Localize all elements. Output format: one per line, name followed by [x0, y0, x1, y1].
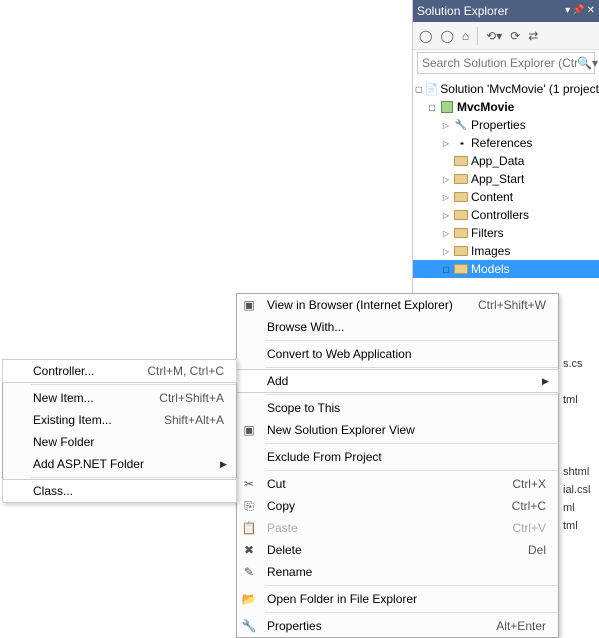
- menu-rename[interactable]: ✎Rename: [237, 561, 558, 583]
- search-dropdown-icon[interactable]: ▾: [592, 56, 598, 70]
- menu-add[interactable]: Add▶: [237, 370, 558, 392]
- submenu-new-folder[interactable]: New Folder: [3, 431, 236, 453]
- cut-icon: ✂: [237, 477, 261, 491]
- obscured-tree-fragment: s.cstmlshtmlial.cslmltml: [559, 358, 599, 556]
- menu-copy[interactable]: ⎘CopyCtrl+C: [237, 495, 558, 517]
- copy-icon: ⎘: [237, 499, 261, 514]
- context-menu: ▣View in Browser (Internet Explorer)Ctrl…: [236, 293, 559, 638]
- menu-scope[interactable]: Scope to This: [237, 397, 558, 419]
- separator: [265, 443, 558, 444]
- properties-node[interactable]: Properties: [413, 116, 599, 134]
- wrench-icon: [453, 118, 469, 132]
- add-submenu: Controller...Ctrl+M, Ctrl+C New Item...C…: [2, 359, 237, 503]
- separator: [265, 612, 558, 613]
- delete-icon: ✖: [237, 543, 261, 557]
- menu-new-view[interactable]: ▣New Solution Explorer View: [237, 419, 558, 441]
- rename-icon: ✎: [237, 565, 261, 579]
- references-node[interactable]: References: [413, 134, 599, 152]
- folder-node[interactable]: Controllers: [413, 206, 599, 224]
- solution-node[interactable]: Solution 'MvcMovie' (1 project): [413, 80, 599, 98]
- folder-node[interactable]: Content: [413, 188, 599, 206]
- references-icon: [453, 136, 469, 150]
- menu-open-folder[interactable]: 📂Open Folder in File Explorer: [237, 588, 558, 610]
- menu-paste: 📋PasteCtrl+V: [237, 517, 558, 539]
- folder-icon: [453, 190, 469, 204]
- folder-node[interactable]: App_Start: [413, 170, 599, 188]
- separator: [477, 27, 478, 45]
- project-node[interactable]: MvcMovie: [413, 98, 599, 116]
- home-icon[interactable]: ⌂: [462, 29, 469, 43]
- submenu-arrow-icon: ▶: [220, 459, 232, 470]
- sync-icon[interactable]: ⟲▾: [486, 29, 502, 43]
- solution-icon: [425, 82, 439, 96]
- close-icon[interactable]: ✕: [587, 0, 595, 22]
- menu-properties[interactable]: 🔧PropertiesAlt+Enter: [237, 615, 558, 637]
- separator: [265, 394, 558, 395]
- panel-titlebar: Solution Explorer ▾ 📌 ✕: [413, 0, 599, 22]
- submenu-arrow-icon: ▶: [542, 376, 554, 387]
- menu-convert[interactable]: Convert to Web Application: [237, 343, 558, 365]
- menu-browse-with[interactable]: Browse With...: [237, 316, 558, 338]
- wrench-icon: 🔧: [237, 619, 261, 633]
- menu-view-in-browser[interactable]: ▣View in Browser (Internet Explorer)Ctrl…: [237, 294, 558, 316]
- refresh-icon[interactable]: ⟳: [510, 29, 520, 43]
- open-folder-icon: 📂: [237, 592, 261, 606]
- window-icon: ▣: [237, 423, 261, 437]
- pin-icon[interactable]: 📌: [572, 0, 584, 22]
- back-icon[interactable]: ◯: [419, 29, 432, 43]
- submenu-aspnet-folder[interactable]: Add ASP.NET Folder▶: [3, 453, 236, 475]
- folder-icon: [453, 172, 469, 186]
- folder-icon: [453, 208, 469, 222]
- separator: [265, 340, 558, 341]
- folder-icon: [453, 262, 469, 276]
- submenu-class[interactable]: Class...: [3, 480, 236, 502]
- folder-node[interactable]: Filters: [413, 224, 599, 242]
- forward-icon[interactable]: ◯: [440, 29, 453, 43]
- folder-icon: [453, 154, 469, 168]
- folder-node[interactable]: Images: [413, 242, 599, 260]
- menu-cut[interactable]: ✂CutCtrl+X: [237, 473, 558, 495]
- panel-toolbar: ◯ ◯ ⌂ ⟲▾ ⟳ ⇄: [413, 22, 599, 50]
- menu-delete[interactable]: ✖DeleteDel: [237, 539, 558, 561]
- separator: [265, 585, 558, 586]
- project-icon: [439, 100, 455, 114]
- separator: [31, 384, 236, 385]
- folder-node-models[interactable]: Models: [413, 260, 599, 278]
- folder-icon: [453, 244, 469, 258]
- folder-node[interactable]: App_Data: [413, 152, 599, 170]
- separator: [31, 477, 236, 478]
- separator: [265, 367, 558, 368]
- submenu-new-item[interactable]: New Item...Ctrl+Shift+A: [3, 387, 236, 409]
- panel-title: Solution Explorer: [417, 0, 508, 22]
- separator: [265, 470, 558, 471]
- menu-exclude[interactable]: Exclude From Project: [237, 446, 558, 468]
- tree-view: Solution 'MvcMovie' (1 project) MvcMovie…: [413, 76, 599, 282]
- dropdown-icon[interactable]: ▾: [565, 0, 570, 22]
- collapse-icon[interactable]: ⇄: [528, 29, 538, 43]
- search-icon[interactable]: 🔍: [577, 56, 592, 70]
- paste-icon: 📋: [237, 521, 261, 535]
- submenu-existing-item[interactable]: Existing Item...Shift+Alt+A: [3, 409, 236, 431]
- folder-icon: [453, 226, 469, 240]
- submenu-controller[interactable]: Controller...Ctrl+M, Ctrl+C: [3, 360, 236, 382]
- search-box[interactable]: 🔍 ▾: [417, 52, 595, 74]
- search-input[interactable]: [422, 56, 577, 70]
- browser-icon: ▣: [237, 298, 261, 312]
